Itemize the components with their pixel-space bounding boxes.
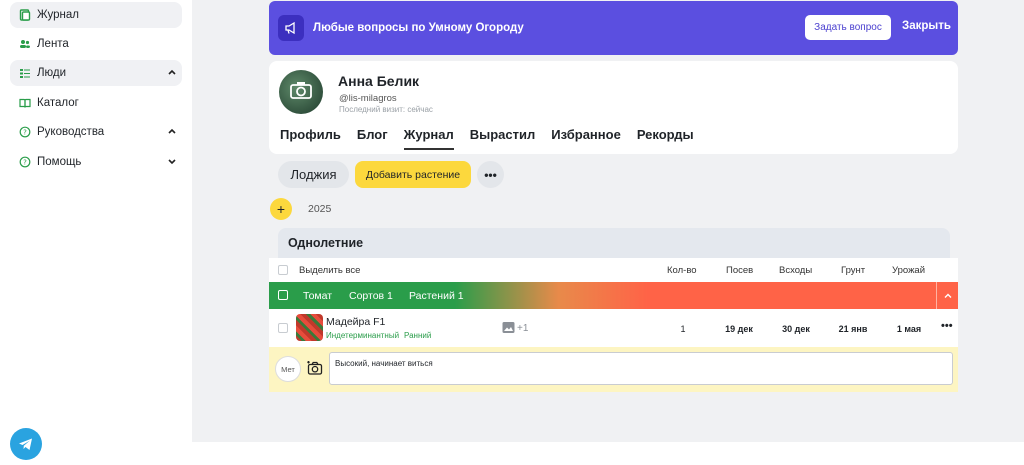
sidebar-item-help[interactable]: ? Помощь bbox=[10, 149, 182, 175]
people-icon bbox=[18, 66, 32, 80]
last-visit: Последний визит: сейчас bbox=[339, 105, 433, 114]
table-row[interactable]: Мадейра F1 Индетерминантный Ранний +1 1 … bbox=[269, 309, 958, 347]
feed-icon bbox=[18, 37, 32, 51]
plants-table: Выделить все Кол-во Посев Всходы Грунт У… bbox=[269, 258, 958, 392]
chevron-up-icon[interactable] bbox=[166, 66, 178, 78]
journal-icon bbox=[18, 8, 32, 22]
sidebar-item-label: Руководства bbox=[37, 126, 105, 138]
ask-question-button[interactable]: Задать вопрос bbox=[805, 15, 891, 40]
tab-records[interactable]: Рекорды bbox=[637, 127, 694, 142]
select-all-label[interactable]: Выделить все bbox=[299, 265, 360, 276]
plant-tag: Ранний bbox=[404, 331, 432, 340]
catalog-icon bbox=[18, 96, 32, 110]
crop-checkbox[interactable] bbox=[278, 290, 288, 300]
sidebar-item-guides[interactable]: ? Руководства bbox=[10, 119, 182, 145]
avatar[interactable] bbox=[279, 70, 323, 114]
profile-handle: @lis-milagros bbox=[339, 93, 397, 104]
profile-card: Анна Белик @lis-milagros Последний визит… bbox=[269, 61, 958, 154]
promo-banner: Любые вопросы по Умному Огороду Задать в… bbox=[269, 1, 958, 55]
help-circle-icon: ? bbox=[18, 155, 32, 169]
help-circle-icon: ? bbox=[18, 125, 32, 139]
note-row: Мет Высокий, начинает виться bbox=[269, 347, 958, 392]
sidebar-item-label: Каталог bbox=[37, 97, 79, 109]
group-header: Однолетние bbox=[278, 228, 950, 258]
plant-checkbox[interactable] bbox=[278, 323, 288, 333]
tab-profile[interactable]: Профиль bbox=[280, 127, 341, 142]
sidebar-item-label: Журнал bbox=[37, 9, 79, 21]
bottom-bar bbox=[0, 442, 1024, 465]
sidebar: Журнал Лента Люди Каталог ? Руководства … bbox=[0, 0, 192, 442]
sidebar-item-journal[interactable]: Журнал bbox=[10, 2, 182, 28]
add-plant-button[interactable]: Добавить растение bbox=[355, 161, 471, 188]
sidebar-item-label: Помощь bbox=[37, 156, 82, 168]
sidebar-item-feed[interactable]: Лента bbox=[10, 31, 182, 57]
sidebar-item-people[interactable]: Люди bbox=[10, 60, 182, 86]
camera-icon bbox=[289, 80, 313, 105]
column-header: Всходы bbox=[779, 265, 813, 276]
crop-varieties: Сортов 1 bbox=[349, 290, 393, 302]
table-header: Выделить все Кол-во Посев Всходы Грунт У… bbox=[269, 258, 958, 282]
sprouts-date[interactable]: 30 дек bbox=[776, 324, 816, 334]
sidebar-item-label: Люди bbox=[37, 67, 67, 79]
chevron-up-icon[interactable] bbox=[936, 282, 958, 309]
plant-tag: Индетерминантный bbox=[326, 331, 400, 340]
sidebar-item-label: Лента bbox=[37, 38, 69, 50]
sidebar-item-catalog[interactable]: Каталог bbox=[10, 90, 182, 116]
select-all-checkbox[interactable] bbox=[278, 265, 288, 275]
tab-blog[interactable]: Блог bbox=[357, 127, 388, 142]
crop-name: Томат bbox=[303, 290, 333, 302]
profile-tabs: Профиль Блог Журнал Вырастил Избранное Р… bbox=[280, 127, 710, 150]
column-header: Посев bbox=[726, 265, 754, 276]
image-icon[interactable] bbox=[502, 321, 515, 337]
ground-date[interactable]: 21 янв bbox=[833, 324, 873, 334]
profile-name: Анна Белик bbox=[338, 73, 420, 89]
photos-count[interactable]: +1 bbox=[517, 323, 528, 334]
crop-plants: Растений 1 bbox=[409, 290, 464, 302]
svg-text:?: ? bbox=[23, 159, 27, 167]
svg-text:?: ? bbox=[23, 129, 27, 137]
tab-grown[interactable]: Вырастил bbox=[470, 127, 536, 142]
column-header: Урожай bbox=[892, 265, 926, 276]
telegram-icon[interactable] bbox=[10, 428, 42, 460]
plant-thumbnail[interactable] bbox=[296, 314, 323, 341]
tab-journal[interactable]: Журнал bbox=[403, 127, 454, 150]
column-header: Грунт bbox=[841, 265, 866, 276]
qty-value: 1 bbox=[680, 324, 686, 334]
crop-row[interactable]: Томат Сортов 1 Растений 1 bbox=[269, 282, 958, 309]
group-title: Однолетние bbox=[288, 236, 364, 250]
plant-name[interactable]: Мадейра F1 bbox=[326, 316, 385, 328]
note-textarea[interactable]: Высокий, начинает виться bbox=[329, 352, 953, 385]
room-chip[interactable]: Лоджия bbox=[278, 161, 349, 188]
more-options-button[interactable]: ••• bbox=[477, 161, 504, 188]
tab-favorites[interactable]: Избранное bbox=[551, 127, 621, 142]
megaphone-icon bbox=[278, 15, 304, 41]
row-more-button[interactable]: ••• bbox=[941, 320, 953, 332]
add-year-button[interactable]: + bbox=[270, 198, 292, 220]
banner-text: Любые вопросы по Умному Огороду bbox=[313, 22, 524, 34]
chevron-up-icon[interactable] bbox=[166, 125, 178, 137]
sowing-date[interactable]: 19 дек bbox=[719, 324, 759, 334]
met-button[interactable]: Мет bbox=[275, 356, 301, 382]
harvest-date[interactable]: 1 мая bbox=[889, 324, 929, 334]
column-header: Кол-во bbox=[667, 265, 697, 276]
year-label[interactable]: 2025 bbox=[308, 203, 331, 215]
add-photo-icon[interactable] bbox=[307, 360, 323, 376]
close-banner-button[interactable]: Закрыть bbox=[902, 20, 951, 32]
chevron-down-icon[interactable] bbox=[166, 155, 178, 167]
